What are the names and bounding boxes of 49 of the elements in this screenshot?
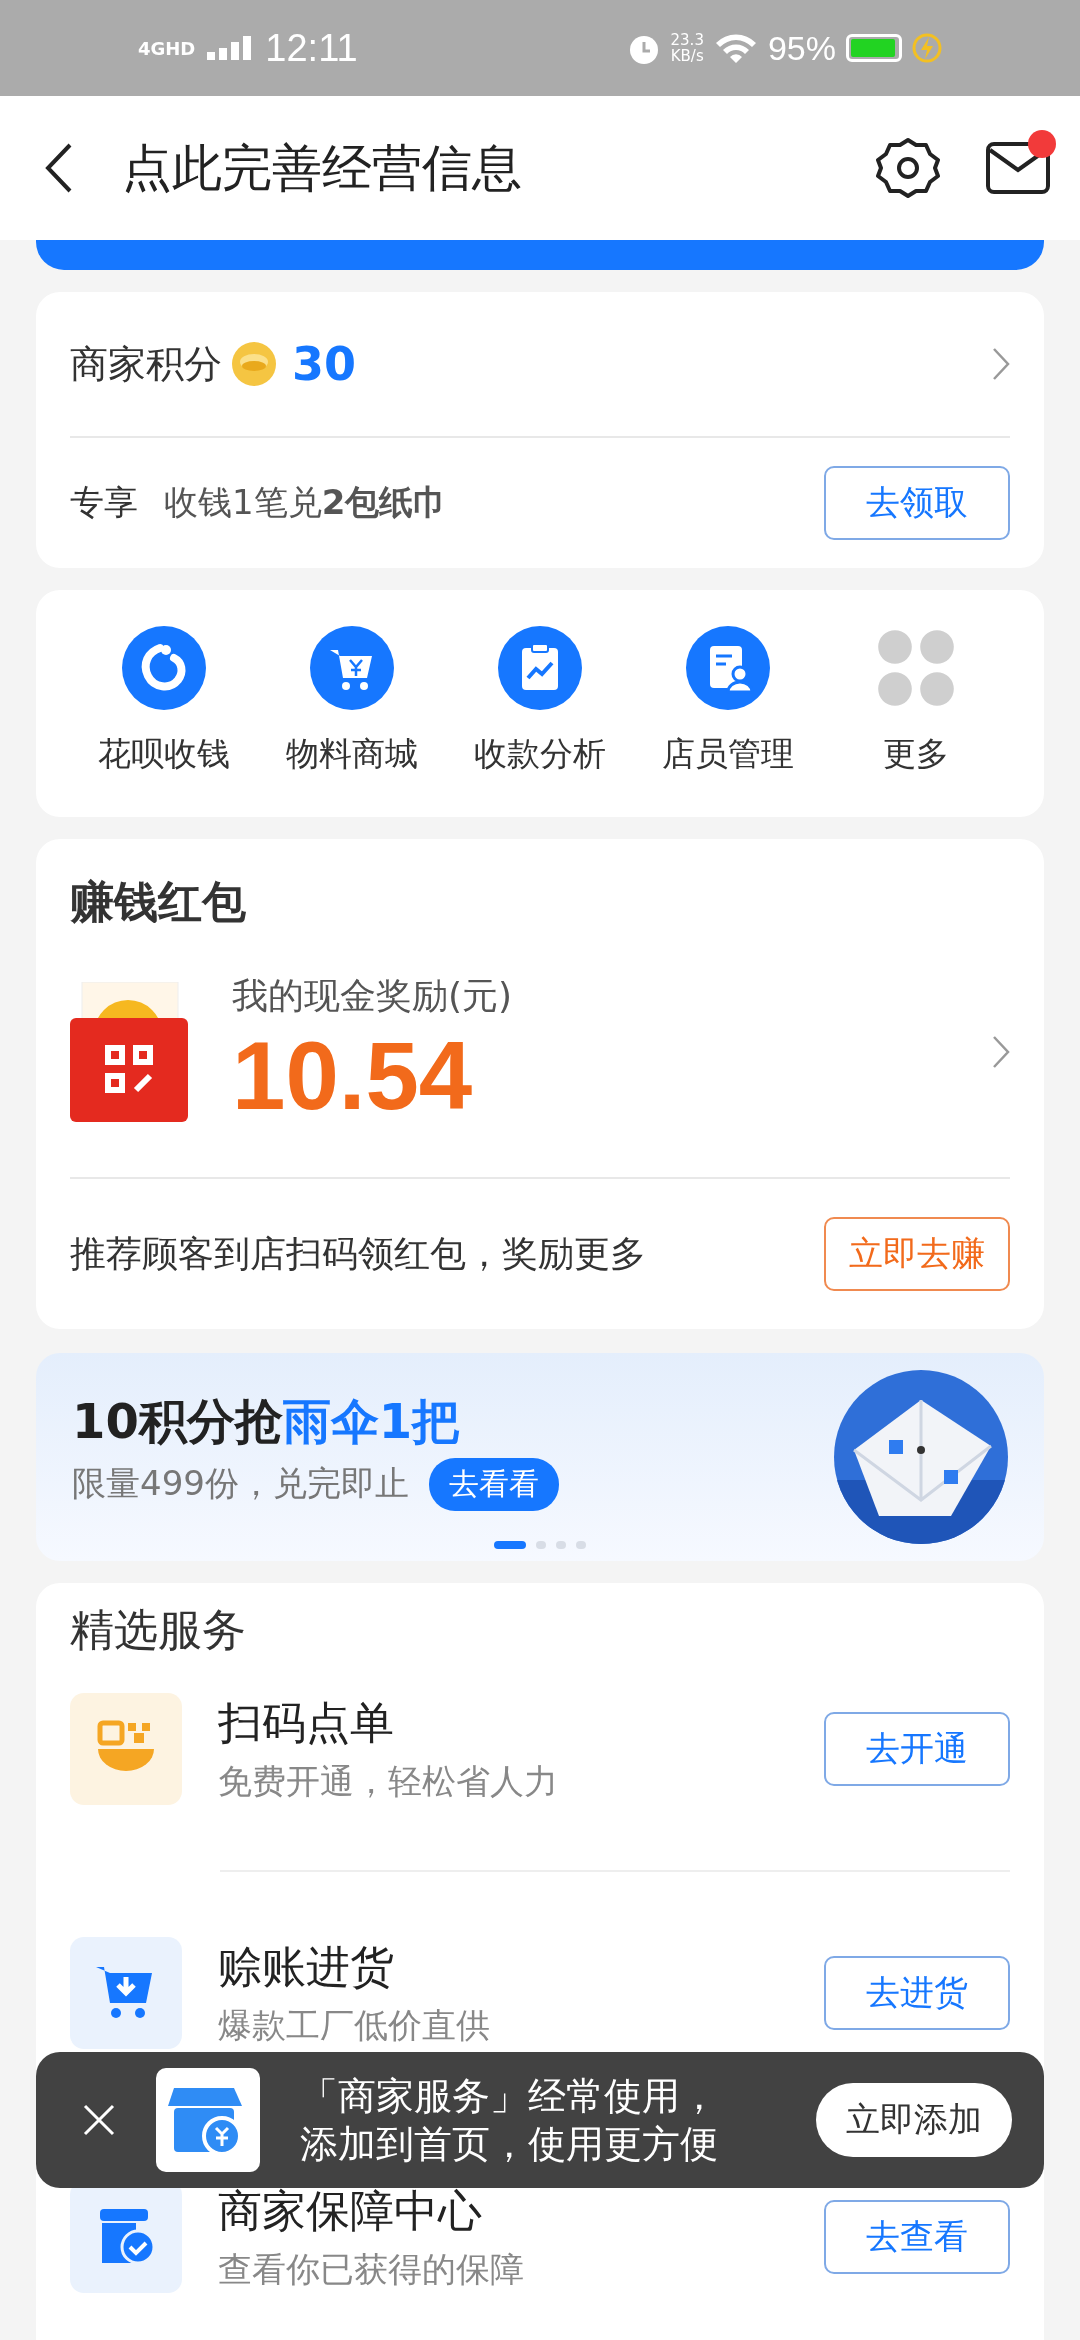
shortcut-item[interactable]: 更多 [822,626,1010,777]
view-button[interactable]: 去看看 [428,1457,559,1511]
promo-title: 10积分抢雨伞1把 [72,1391,462,1451]
chevron-right-icon[interactable] [992,1034,1010,1069]
service-description: 免费开通，轻松省人力 [218,1759,559,1803]
shortcut-item[interactable]: 收款分析 [446,626,634,777]
settings-icon[interactable] [876,136,940,200]
store-app-icon[interactable] [156,2068,260,2172]
shortcut-item[interactable]: 花呗收钱 [70,626,258,777]
chevron-right-icon[interactable] [992,347,1010,381]
perk-text: 收钱1笔兑2包纸巾 [164,481,449,524]
service-name: 商家保障中心 [218,2183,483,2238]
tip-text: 推荐顾客到店扫码领红包，奖励更多 [70,1231,647,1276]
service-description: 爆款工厂低价直供 [218,2003,491,2047]
points-label: 商家积分 [70,340,222,388]
close-icon[interactable] [82,2103,116,2137]
network-speed: 23.3 [670,32,704,48]
battery-percent: 95% [767,28,836,68]
reward-label: 我的现金奖励(元) [232,974,514,1018]
coin-icon [230,340,278,388]
promo-subtitle: 限量499份，兑完即止 [72,1462,409,1505]
section-title: 赚钱红包 [70,875,247,929]
speed-unit: KB/s [670,48,704,64]
shortcut-item[interactable]: 物料商城 [258,626,446,777]
shortcut-item[interactable]: 店员管理 [634,626,822,777]
points-value: 30 [292,337,357,391]
battery-icon [846,34,902,62]
service-button[interactable]: 去开通 [824,1712,1010,1786]
toast-message: 「商家服务」经常使用， 添加到首页，使用更方便 [300,2073,719,2168]
section-title: 精选服务 [70,1603,247,1657]
staff-document-icon [686,626,770,710]
service-button[interactable]: 去查看 [824,2200,1010,2274]
payment-icon [122,626,206,710]
service-description: 查看你已获得的保障 [218,2247,525,2291]
service-button[interactable]: 去进货 [824,1956,1010,2030]
report-chart-icon [498,626,582,710]
add-now-button[interactable]: 立即添加 [816,2083,1012,2157]
service-name: 扫码点单 [218,1695,395,1750]
charging-icon [912,31,942,65]
shopping-cart-icon [310,626,394,710]
envelope-icon [70,981,188,1122]
status-time: 12:11 [265,26,358,70]
back-icon[interactable] [44,142,74,194]
network-indicator: 4GHD [138,37,196,59]
service-name: 赊账进货 [218,1939,395,1994]
claim-button[interactable]: 去领取 [824,466,1010,540]
exclusive-label: 专享 [70,481,138,524]
reward-amount: 10.54 [232,1021,474,1131]
promo-banner[interactable]: 10积分抢雨伞1把 限量499份，兑完即止 去看看 [36,1353,1044,1561]
